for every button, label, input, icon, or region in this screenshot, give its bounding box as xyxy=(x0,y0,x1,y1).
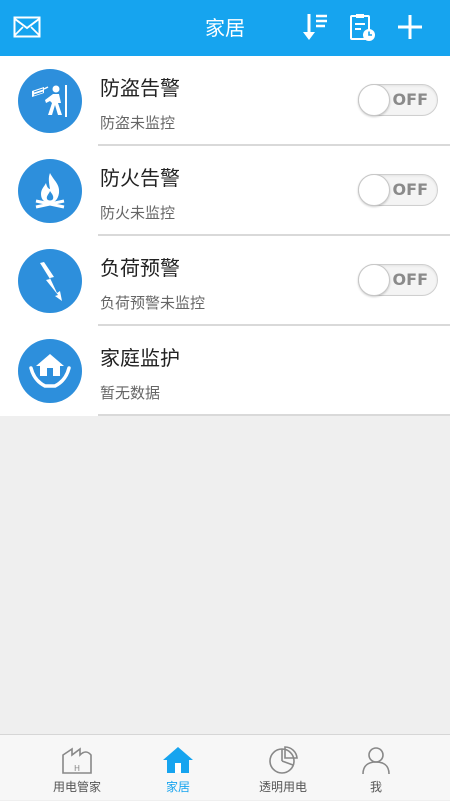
burglar-alarm-toggle[interactable]: OFF xyxy=(358,84,438,116)
list-item-home-care[interactable]: 家庭监护 暂无数据 xyxy=(0,326,450,416)
tab-label: 我 xyxy=(369,780,382,794)
load-warning-toggle[interactable]: OFF xyxy=(358,264,438,296)
tab-power-manager[interactable]: H 用电管家 xyxy=(21,735,133,801)
sort-icon[interactable] xyxy=(298,10,332,44)
schedule-icon[interactable] xyxy=(345,10,379,44)
list-item-fire-alarm[interactable]: 防火告警 防火未监控 OFF xyxy=(0,146,450,236)
row-subtitle: 负荷预警未监控 xyxy=(100,294,206,312)
svg-text:H: H xyxy=(74,764,80,773)
row-subtitle: 防火未监控 xyxy=(100,204,176,222)
toggle-knob xyxy=(358,84,390,116)
home-care-icon xyxy=(18,339,82,403)
burglar-icon xyxy=(18,69,82,133)
list-item-burglar-alarm[interactable]: 防盗告警 防盗未监控 OFF xyxy=(0,56,450,146)
pie-chart-icon xyxy=(263,743,303,777)
tab-label: 家居 xyxy=(165,780,190,794)
row-title: 防火告警 xyxy=(100,166,180,190)
tab-label: 用电管家 xyxy=(52,780,101,794)
row-title: 防盗告警 xyxy=(100,76,180,100)
toggle-label: OFF xyxy=(392,90,428,109)
lightning-icon xyxy=(18,249,82,313)
toggle-label: OFF xyxy=(392,180,428,199)
toggle-label: OFF xyxy=(392,270,428,289)
page-title: 家居 xyxy=(205,16,245,40)
bottom-tab-bar: H 用电管家 家居 透明用电 我 xyxy=(0,734,450,800)
tab-home[interactable]: 家居 xyxy=(122,735,234,801)
building-icon: H xyxy=(57,743,97,777)
add-icon[interactable] xyxy=(393,10,427,44)
home-icon xyxy=(158,743,198,777)
list-item-load-warning[interactable]: 负荷预警 负荷预警未监控 OFF xyxy=(0,236,450,326)
row-title: 负荷预警 xyxy=(100,256,180,280)
fire-icon xyxy=(18,159,82,223)
user-icon xyxy=(356,743,396,777)
fire-alarm-toggle[interactable]: OFF xyxy=(358,174,438,206)
toggle-knob xyxy=(358,174,390,206)
toggle-knob xyxy=(358,264,390,296)
row-subtitle: 防盗未监控 xyxy=(100,114,176,132)
divider xyxy=(98,414,450,416)
row-subtitle: 暂无数据 xyxy=(100,384,161,402)
alarm-list: 防盗告警 防盗未监控 OFF 防火告警 防火未监控 OFF 负荷预警 负荷预警未… xyxy=(0,56,450,416)
tab-me[interactable]: 我 xyxy=(320,735,432,801)
top-bar: 家居 xyxy=(0,0,450,56)
row-title: 家庭监护 xyxy=(100,346,180,370)
